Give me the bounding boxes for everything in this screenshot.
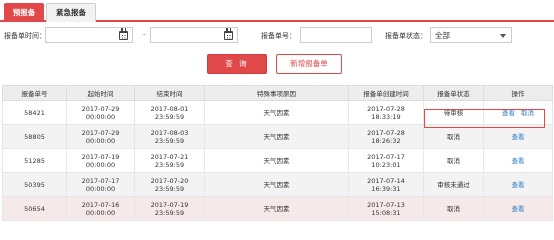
tab-emergency-report[interactable]: 紧急报备 [46,3,96,22]
cell-reason: 天气因素 [204,100,349,125]
cell-end: 2017-08-03 23:59:59 [134,124,205,149]
cell-end: 2017-07-19 23:59:59 [134,196,205,221]
cell-id: 50654 [2,196,67,221]
cell-status: 待审核 [423,100,484,125]
col-header-reason: 特殊事项原因 [204,85,349,101]
view-link[interactable]: 查看 [512,157,525,165]
tab-pre-report[interactable]: 预报备 [4,3,44,22]
status-select-value: 全部 [435,31,450,40]
cell-start: 2017-07-17 00:00:00 [66,172,135,197]
cell-status: 取消 [423,196,484,221]
col-header-status: 报备单状态 [423,85,484,101]
cell-start: 2017-07-29 00:00:00 [66,124,135,149]
cell-actions: 查看 [483,172,553,197]
end-date-input[interactable] [150,27,238,43]
cell-start: 2017-07-19 00:00:00 [66,148,135,173]
table-row: 58805 2017-07-29 00:00:00 2017-08-03 23:59… [2,124,553,149]
cell-status: 取消 [423,124,484,149]
cell-created: 2017-07-28 18:26:32 [348,124,424,149]
cell-status: 审核未通过 [423,172,484,197]
cell-actions: 查看 取消 [483,100,553,125]
cell-id: 58805 [2,124,67,149]
add-report-button[interactable]: 新增报备单 [276,54,342,74]
table-row: 50395 2017-07-17 00:00:00 2017-07-20 23:59… [2,172,553,197]
col-header-end: 结束时间 [134,85,205,101]
cell-start: 2017-07-16 00:00:00 [66,196,135,221]
col-header-id: 报备单号 [2,85,67,101]
cell-id: 50395 [2,172,67,197]
cell-actions: 查看 [483,196,553,221]
view-link[interactable]: 查看 [502,109,515,117]
table-row: 58421 2017-07-29 00:00:00 2017-08-01 23:59… [2,100,553,125]
tab-bar: 预报备 紧急报备 [0,0,554,22]
cell-reason: 天气因素 [204,124,349,149]
cell-reason: 天气因素 [204,196,349,221]
cell-created: 2017-07-14 16:39:31 [348,172,424,197]
cell-id: 51285 [2,148,67,173]
col-header-start: 起始时间 [66,85,135,101]
cell-actions: 查看 [483,148,553,173]
view-link[interactable]: 查看 [512,205,525,213]
query-button[interactable]: 查 询 [207,54,267,74]
cell-end: 2017-08-01 23:59:59 [134,100,205,125]
cell-id: 58421 [2,100,67,125]
view-link[interactable]: 查看 [512,181,525,189]
col-header-created: 报备单创建时间 [348,85,424,101]
table-row: 50654 2017-07-16 00:00:00 2017-07-19 23:59… [2,196,553,221]
cell-end: 2017-07-20 23:59:59 [134,172,205,197]
status-select[interactable]: 全部 [430,27,512,43]
cell-created: 2017-07-28 18:33:19 [348,100,424,125]
cell-start: 2017-07-29 00:00:00 [66,100,135,125]
cell-actions: 查看 [483,124,553,149]
cell-created: 2017-07-17 10:23:01 [348,148,424,173]
chevron-down-icon [500,34,506,38]
time-label: 报备单时间： [4,32,46,40]
report-number-input[interactable] [300,27,372,43]
report-number-label: 报备单号： [261,32,296,40]
table-row: 51285 2017-07-19 00:00:00 2017-07-21 23:59… [2,148,553,173]
status-label: 报备单状态： [385,32,427,40]
date-separator: - [143,31,146,39]
cell-status: 取消 [423,148,484,173]
cell-reason: 天气因素 [204,148,349,173]
cell-created: 2017-07-13 15:08:31 [348,196,424,221]
cell-end: 2017-07-21 23:59:59 [134,148,205,173]
table-header-row: 报备单号 起始时间 结束时间 特殊事项原因 报备单创建时间 报备单状态 操作 [2,85,553,101]
filter-bar: 报备单时间： - 报备单号： 报备单状态： 全部 [0,26,554,48]
cell-reason: 天气因素 [204,172,349,197]
start-date-input[interactable] [45,27,133,43]
col-header-actions: 操作 [483,85,553,101]
calendar-icon[interactable] [224,28,233,40]
calendar-icon[interactable] [119,28,128,40]
cancel-link[interactable]: 取消 [521,109,534,117]
view-link[interactable]: 查看 [512,133,525,141]
report-table: 报备单号 起始时间 结束时间 特殊事项原因 报备单创建时间 报备单状态 操作 5… [2,85,553,221]
